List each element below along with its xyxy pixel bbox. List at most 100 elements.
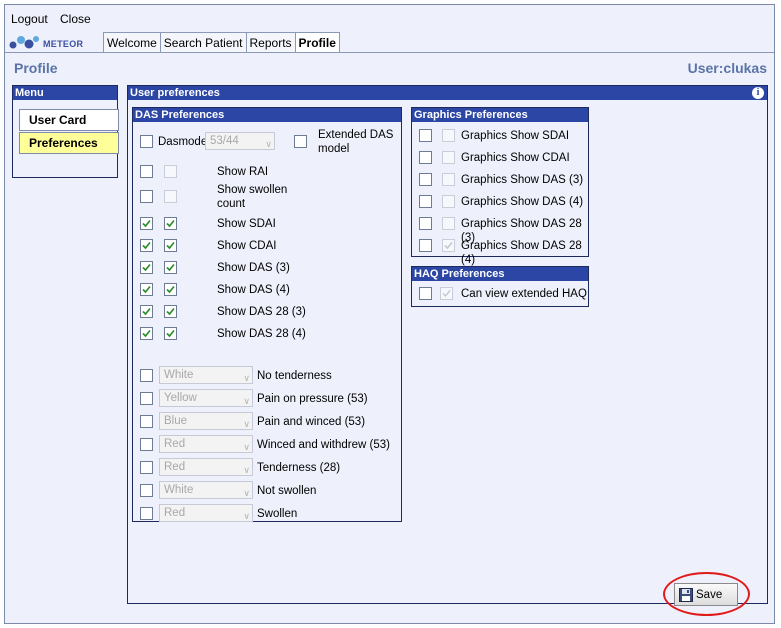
graphics-checkbox-a[interactable] xyxy=(419,129,432,142)
haq-label: Can view extended HAQ xyxy=(461,288,587,300)
user-preferences-title-text: User preferences xyxy=(130,87,220,99)
das-option-checkbox-b[interactable] xyxy=(164,283,177,296)
graphics-checkbox-a[interactable] xyxy=(419,173,432,186)
chevron-down-icon: ∨ xyxy=(243,419,250,429)
graphics-option-label: Graphics Show CDAI xyxy=(461,152,570,164)
color-select[interactable]: Red ∨ xyxy=(159,435,253,453)
menu-item-user-card[interactable]: User Card xyxy=(19,109,119,131)
chevron-down-icon: ∨ xyxy=(243,511,250,521)
graphics-checkbox-a[interactable] xyxy=(419,239,432,252)
dasmodel-checkbox[interactable] xyxy=(140,135,153,148)
chevron-down-icon: ∨ xyxy=(243,373,250,383)
extended-das-checkbox[interactable] xyxy=(294,135,307,148)
das-option-checkbox-b[interactable] xyxy=(164,327,177,340)
graphics-checkbox-a[interactable] xyxy=(419,151,432,164)
dasmodel-select-value: 53/44 xyxy=(210,135,239,147)
das-option-label: Show CDAI xyxy=(217,240,277,252)
das-option-label: Show DAS 28 (3) xyxy=(217,306,306,318)
dasmodel-select[interactable]: 53/44 ∨ xyxy=(205,132,275,150)
graphics-checkbox-a[interactable] xyxy=(419,195,432,208)
tab-welcome[interactable]: Welcome xyxy=(103,32,161,52)
chevron-down-icon: ∨ xyxy=(243,488,250,498)
das-option-label: Show DAS 28 (4) xyxy=(217,328,306,340)
color-select[interactable]: Blue ∨ xyxy=(159,412,253,430)
meteor-logo-icon xyxy=(9,36,39,49)
show-rai-label: Show RAI xyxy=(217,166,269,178)
haq-checkbox-b xyxy=(440,287,453,300)
dasmodel-label: Dasmodel xyxy=(158,136,210,148)
top-bar: Logout Close xyxy=(5,5,774,31)
color-option-label: No tenderness xyxy=(257,370,332,382)
color-select-value: Red xyxy=(164,507,186,519)
extended-das-label: Extended DAS model xyxy=(318,129,394,155)
graphics-option-label: Graphics Show SDAI xyxy=(461,130,570,142)
tab-reports[interactable]: Reports xyxy=(245,32,296,52)
color-option-checkbox[interactable] xyxy=(140,415,153,428)
color-option-checkbox[interactable] xyxy=(140,392,153,405)
color-option-label: Tenderness (28) xyxy=(257,462,341,474)
graphics-checkbox-b xyxy=(442,239,455,252)
color-option-checkbox[interactable] xyxy=(140,369,153,382)
tab-divider xyxy=(5,52,774,53)
das-option-label: Show DAS (4) xyxy=(217,284,290,296)
color-select[interactable]: Red ∨ xyxy=(159,504,253,522)
haq-checkbox-a[interactable] xyxy=(419,287,432,300)
show-rai-checkbox-b xyxy=(164,165,177,178)
menu-item-preferences[interactable]: Preferences xyxy=(19,132,119,154)
color-select[interactable]: White ∨ xyxy=(159,366,253,384)
color-option-checkbox[interactable] xyxy=(140,484,153,497)
das-option-checkbox-b[interactable] xyxy=(164,239,177,252)
graphics-checkbox-b xyxy=(442,151,455,164)
das-option-checkbox-a[interactable] xyxy=(140,261,153,274)
das-option-checkbox-b[interactable] xyxy=(164,217,177,230)
das-option-label: Show DAS (3) xyxy=(217,262,290,274)
page-title: Profile xyxy=(14,60,58,76)
user-preferences-panel: User preferences i DAS Preferences Dasmo… xyxy=(127,85,768,604)
das-option-checkbox-a[interactable] xyxy=(140,327,153,340)
color-option-checkbox[interactable] xyxy=(140,438,153,451)
user-label: User:clukas xyxy=(687,60,767,76)
das-option-checkbox-a[interactable] xyxy=(140,217,153,230)
das-option-checkbox-a[interactable] xyxy=(140,283,153,296)
das-preferences-title: DAS Preferences xyxy=(133,108,401,122)
color-select-value: White xyxy=(164,369,194,381)
color-select-value: Yellow xyxy=(164,392,197,404)
graphics-preferences-panel: Graphics Preferences Graphics Show SDAI G… xyxy=(411,107,589,266)
das-option-checkbox-a[interactable] xyxy=(140,305,153,318)
chevron-down-icon: ∨ xyxy=(243,396,250,406)
chevron-down-icon: ∨ xyxy=(265,139,272,149)
info-icon[interactable]: i xyxy=(752,87,764,99)
das-option-checkbox-b[interactable] xyxy=(164,305,177,318)
graphics-checkbox-b xyxy=(442,173,455,186)
logout-link[interactable]: Logout xyxy=(11,12,48,26)
menu-title: Menu xyxy=(13,86,117,100)
haq-preferences-panel: HAQ Preferences Can view extended HAQ xyxy=(411,266,589,307)
show-swollen-checkbox-a[interactable] xyxy=(140,190,153,203)
color-option-checkbox[interactable] xyxy=(140,461,153,474)
show-swollen-label: Show swollen count xyxy=(217,184,288,210)
graphics-checkbox-b xyxy=(442,129,455,142)
color-select-value: Red xyxy=(164,438,186,450)
tab-profile[interactable]: Profile xyxy=(294,32,340,53)
graphics-checkbox-b xyxy=(442,217,455,230)
color-select[interactable]: Yellow ∨ xyxy=(159,389,253,407)
graphics-preferences-title: Graphics Preferences xyxy=(412,108,588,122)
chevron-down-icon: ∨ xyxy=(243,465,250,475)
color-option-checkbox[interactable] xyxy=(140,507,153,520)
menu-panel: Menu User Card Preferences xyxy=(12,85,119,178)
graphics-option-label: Graphics Show DAS (4) xyxy=(461,196,584,208)
color-select[interactable]: White ∨ xyxy=(159,481,253,499)
tab-search-patient[interactable]: Search Patient xyxy=(159,32,247,52)
graphics-checkbox-a[interactable] xyxy=(419,217,432,230)
close-link[interactable]: Close xyxy=(60,12,91,26)
das-option-checkbox-b[interactable] xyxy=(164,261,177,274)
graphics-option-label: Graphics Show DAS (3) xyxy=(461,174,584,186)
meteor-logo: METEOR xyxy=(9,34,99,52)
chevron-down-icon: ∨ xyxy=(243,442,250,452)
graphics-option-label: Graphics Show DAS 28 (4) xyxy=(461,240,582,266)
show-swollen-checkbox-b xyxy=(164,190,177,203)
show-rai-checkbox-a[interactable] xyxy=(140,165,153,178)
das-option-checkbox-a[interactable] xyxy=(140,239,153,252)
color-option-label: Pain and winced (53) xyxy=(257,416,366,428)
color-select[interactable]: Red ∨ xyxy=(159,458,253,476)
